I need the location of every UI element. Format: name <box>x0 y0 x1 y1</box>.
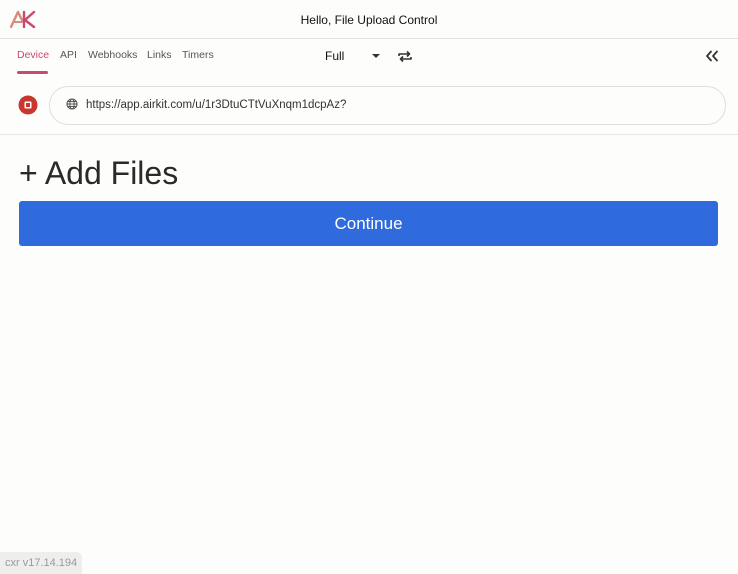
add-files-button[interactable]: + Add Files <box>19 153 178 193</box>
tab-api[interactable]: API <box>60 49 77 61</box>
page-title: Hello, File Upload Control <box>300 13 438 27</box>
globe-icon <box>66 98 78 110</box>
tab-timers[interactable]: Timers <box>182 49 214 61</box>
stop-icon[interactable] <box>18 95 38 115</box>
continue-button[interactable]: Continue <box>19 201 718 246</box>
url-text[interactable]: https://app.airkit.com/u/1r3DtuCTtVuXnqm… <box>86 99 346 111</box>
tab-webhooks[interactable]: Webhooks <box>88 49 137 61</box>
tab-links[interactable]: Links <box>147 49 172 61</box>
divider <box>0 134 738 135</box>
active-tab-indicator <box>17 71 48 74</box>
tab-device[interactable]: Device <box>17 49 49 61</box>
app-header: Hello, File Upload Control <box>0 0 738 39</box>
caret-down-icon[interactable] <box>371 53 381 59</box>
url-bar[interactable]: https://app.airkit.com/u/1r3DtuCTtVuXnqm… <box>49 86 726 125</box>
repeat-icon[interactable] <box>397 50 413 63</box>
toolbar: Device API Webhooks Links Timers Full <box>0 39 738 75</box>
version-label: cxr v17.14.194 <box>0 552 83 574</box>
double-chevron-left-icon[interactable] <box>705 50 719 62</box>
view-mode-select[interactable]: Full <box>325 49 344 63</box>
